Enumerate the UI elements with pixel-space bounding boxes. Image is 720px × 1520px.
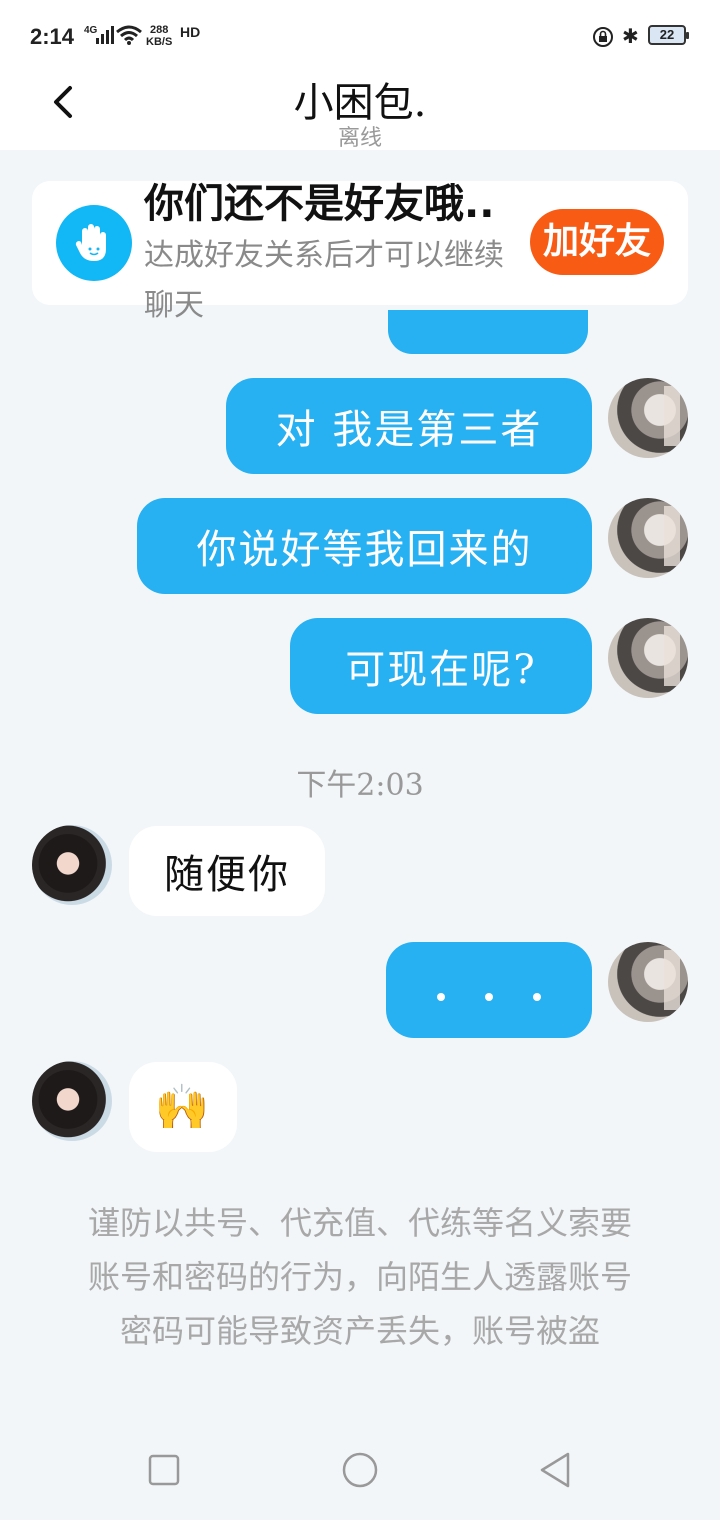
chat-header: 小困包. 离线 — [0, 70, 720, 151]
signal-icon — [96, 26, 114, 44]
contact-avatar[interactable] — [32, 1061, 112, 1141]
status-bar: 2:14 4G 288 KB/S HD ✱ 22 — [0, 0, 720, 70]
wave-hand-icon — [56, 205, 132, 281]
speed-value: 288 — [149, 24, 169, 36]
wifi-icon — [116, 25, 142, 45]
back-nav-button[interactable] — [536, 1450, 576, 1490]
recent-apps-button[interactable] — [144, 1450, 184, 1490]
friend-banner-subtitle: 达成好友关系后才可以继续聊天 — [144, 238, 504, 323]
time-separator: 下午2:03 — [296, 768, 424, 803]
add-friend-button[interactable]: 加好友 — [530, 209, 664, 275]
message-bubble-out[interactable]: 你说好等我回来的 — [137, 498, 592, 594]
message-bubble-out[interactable]: 可现在呢? — [290, 618, 592, 714]
self-avatar[interactable] — [608, 618, 688, 698]
hd-indicator: HD — [180, 24, 201, 40]
self-avatar[interactable] — [608, 378, 688, 458]
status-time: 2:14 — [30, 24, 75, 49]
self-avatar[interactable] — [608, 498, 688, 578]
contact-status: 离线 — [337, 126, 382, 151]
ellipsis-dots — [437, 979, 541, 1001]
contact-avatar[interactable] — [32, 825, 112, 905]
bluetooth-icon: ✱ — [622, 24, 639, 48]
network-speed: 288 KB/S — [146, 24, 172, 48]
battery-icon: 22 — [648, 25, 689, 45]
friend-request-banner: 你们还不是好友哦.. 达成好友关系后才可以继续聊天 加好友 — [32, 181, 688, 323]
self-avatar[interactable] — [608, 942, 688, 1022]
message-bubble-out[interactable]: 对 我是第三者 — [226, 378, 592, 474]
speed-unit: KB/S — [146, 36, 173, 48]
message-bubble-in[interactable]: 🙌 — [129, 1062, 237, 1152]
navigation-bar — [0, 1420, 720, 1520]
rotation-lock-icon — [593, 27, 613, 47]
security-warning: 谨防以共号、代充值、代练等名义索要账号和密码的行为，向陌生人透露账号密码可能导致… — [87, 1204, 632, 1350]
message-bubble-out[interactable] — [386, 942, 592, 1038]
friend-banner-title: 你们还不是好友哦.. — [144, 181, 495, 227]
message-bubble-in[interactable]: 随便你 — [129, 826, 325, 916]
home-button[interactable] — [340, 1450, 380, 1490]
